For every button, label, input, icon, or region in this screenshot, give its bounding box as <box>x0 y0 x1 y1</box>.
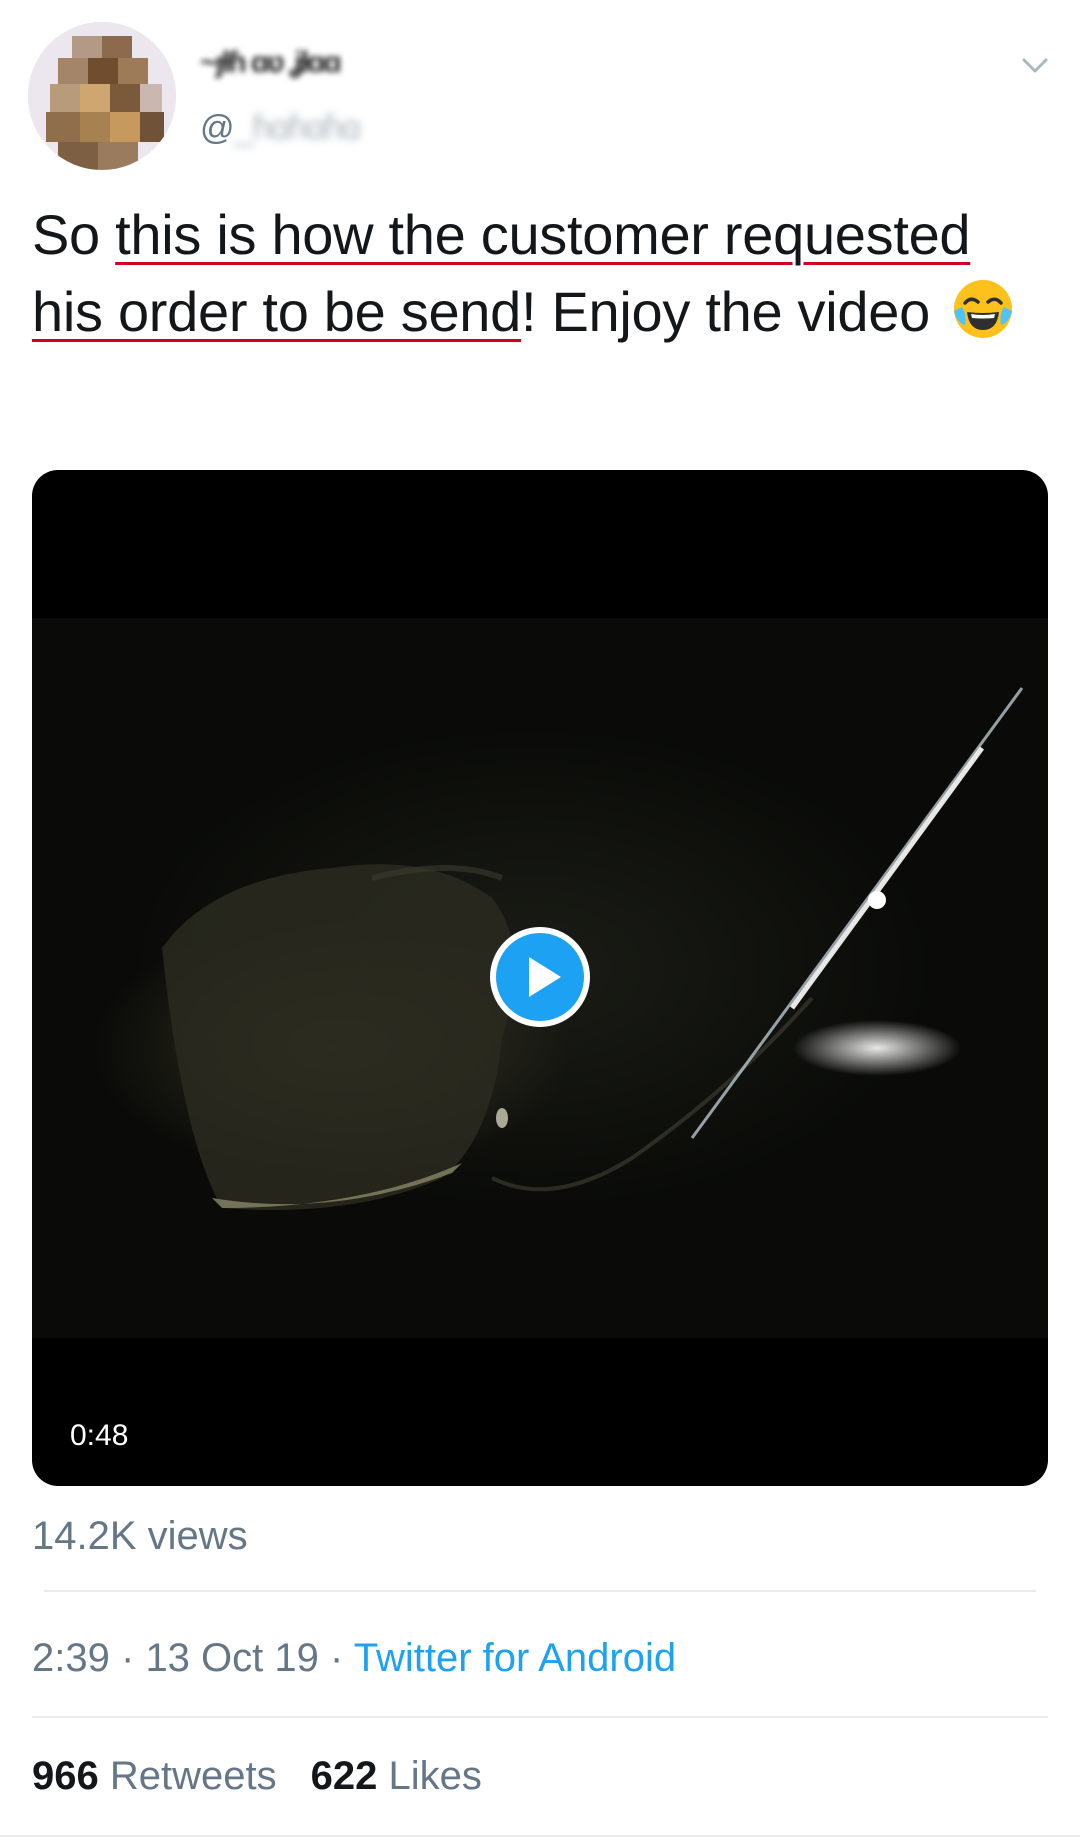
retweets-label: Retweets <box>109 1754 277 1798</box>
tweet-text-start: So <box>32 203 116 266</box>
play-button[interactable] <box>488 925 592 1029</box>
play-icon <box>490 927 590 1027</box>
tweet-time: 2:39 <box>32 1636 110 1680</box>
view-count: 14.2K views <box>32 1514 248 1558</box>
tweet-header: ~ȷƚɦ ɑʋ ʝƚɑɑ @_ɦɑɦɑɦɑ <box>0 0 1080 180</box>
tweet-text: So this is how the customer requested hi… <box>32 196 1052 350</box>
handle-at-sign: @ <box>200 109 235 147</box>
tweet-source-link[interactable]: Twitter for Android <box>354 1636 676 1680</box>
divider <box>0 1835 1080 1837</box>
divider <box>44 1590 1036 1592</box>
likes-label: Likes <box>388 1754 482 1798</box>
avatar[interactable] <box>28 22 176 170</box>
retweets-count: 966 <box>32 1754 99 1798</box>
engagement-counts: 966 Retweets 622 Likes <box>32 1752 482 1800</box>
likes-link[interactable]: 622 Likes <box>311 1754 482 1798</box>
handle-obscured: _ɦɑɦɑɦɑ <box>234 109 361 147</box>
face-with-tears-of-joy-icon <box>951 277 1015 341</box>
pixelated-avatar-image <box>28 22 176 170</box>
user-handle[interactable]: @_ɦɑɦɑɦɑ <box>200 108 361 148</box>
tweet-date: 13 Oct 19 <box>145 1636 319 1680</box>
display-name-obscured[interactable]: ~ȷƚɦ ɑʋ ʝƚɑɑ <box>200 46 420 80</box>
tweet-text-end: ! Enjoy the video <box>520 280 930 343</box>
video-player[interactable]: 0:48 <box>32 470 1048 1486</box>
tweet-timestamp-line: 2:39 · 13 Oct 19 · Twitter for Android <box>32 1634 676 1682</box>
divider <box>32 1716 1048 1718</box>
separator-dot: · <box>120 1636 135 1680</box>
retweets-link[interactable]: 966 Retweets <box>32 1754 277 1798</box>
chevron-down-icon[interactable] <box>1018 48 1052 82</box>
video-duration: 0:48 <box>70 1419 129 1452</box>
separator-dot: · <box>330 1636 344 1680</box>
likes-count: 622 <box>310 1754 378 1798</box>
